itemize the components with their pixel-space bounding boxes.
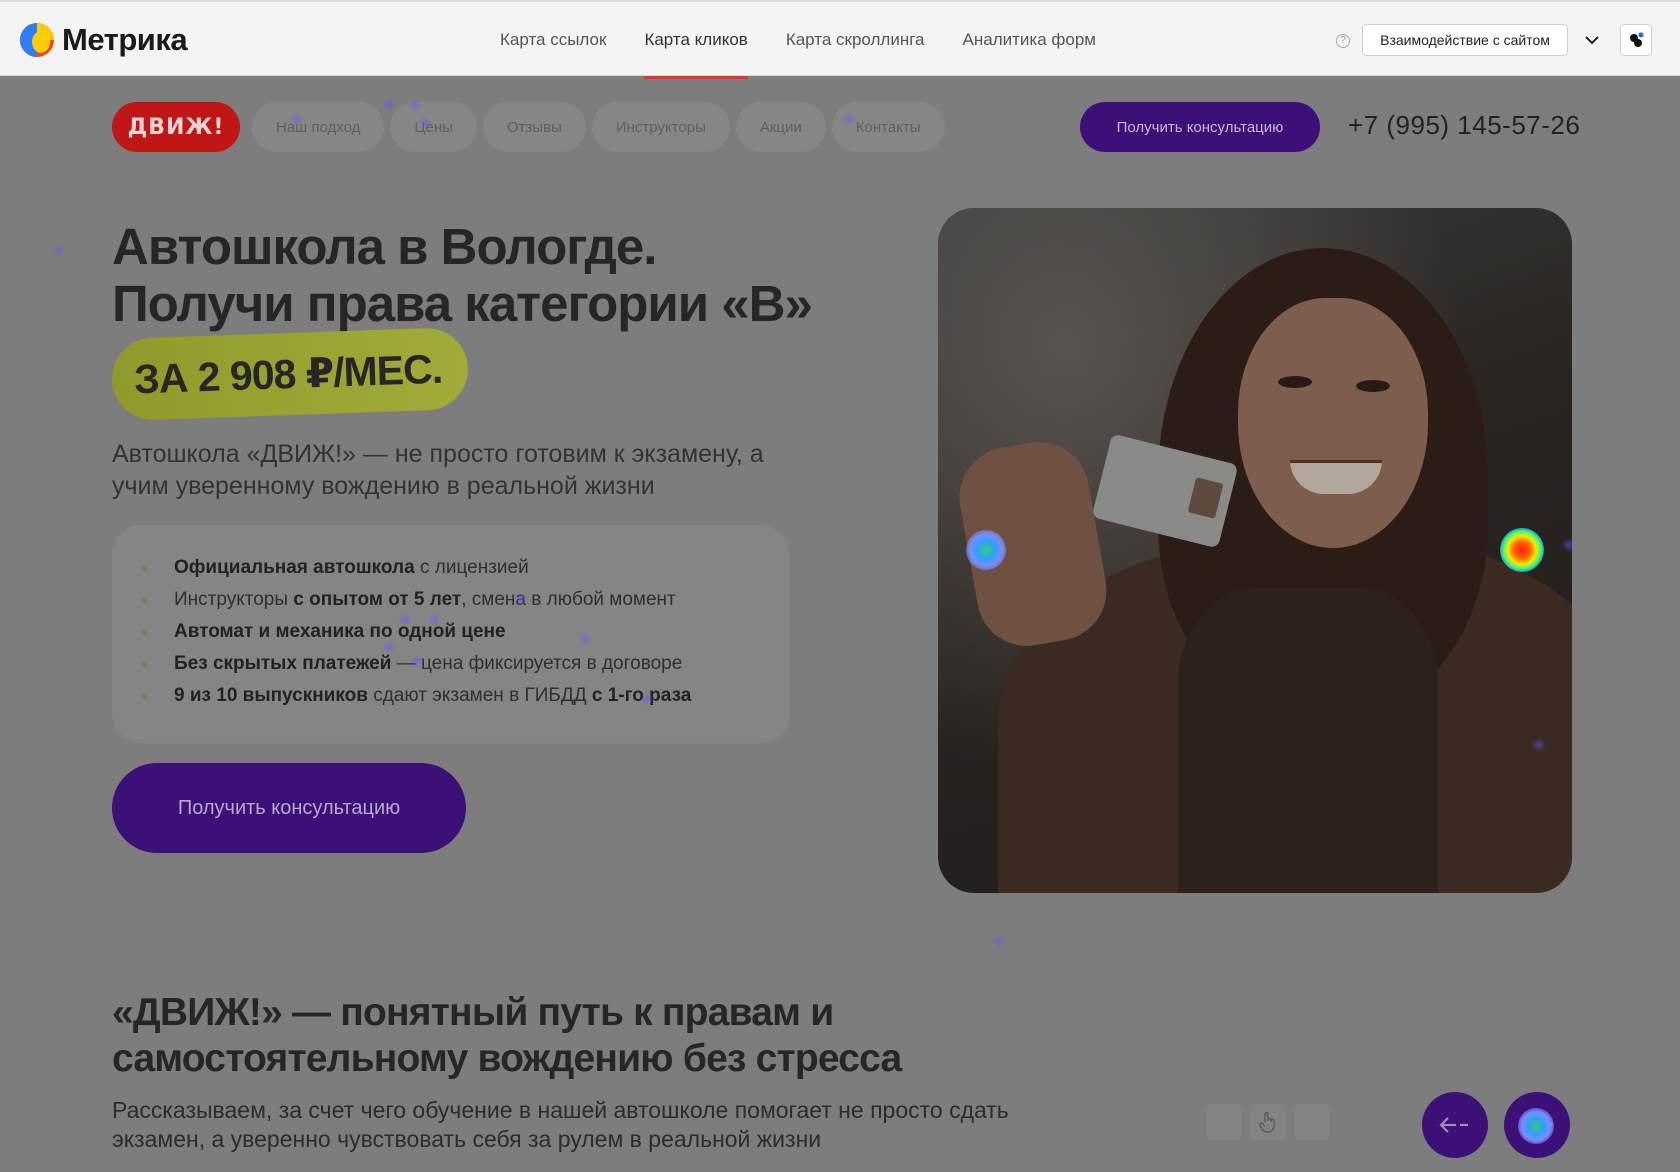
metrika-tabs: Карта ссылок Карта кликов Карта скроллин… <box>500 2 1134 79</box>
heatmap-dot <box>52 244 66 258</box>
list-item: 9 из 10 выпускников сдают экзамен в ГИБД… <box>142 680 790 712</box>
consultation-button-main[interactable]: Получить консультацию <box>112 763 466 853</box>
ghost-control <box>1206 1104 1242 1140</box>
hero-subtitle: Автошкола «ДВИЖ!» — не просто готовим к … <box>112 440 764 500</box>
nav-item-prices[interactable]: Цены <box>390 102 477 152</box>
list-item: Официальная автошкола с лицензией <box>142 552 790 584</box>
features-list: Официальная автошкола с лицензией Инстру… <box>112 525 790 743</box>
nav-item-contacts[interactable]: Контакты <box>831 102 945 152</box>
phone-link[interactable]: +7 (995) 145-57-26 <box>1348 110 1580 141</box>
consultation-button-top[interactable]: Получить консультацию <box>1080 102 1320 152</box>
tab-form-analytics[interactable]: Аналитика форм <box>963 2 1096 78</box>
site-logo[interactable]: ДВИЖ! <box>112 102 240 152</box>
hand-cursor-icon <box>1250 1104 1286 1140</box>
list-item: Без скрытых платежей — цена фиксируется … <box>142 648 790 680</box>
price-badge: ЗА 2 908 ₽/МЕС. <box>110 326 470 422</box>
heatmap-dot <box>992 934 1006 948</box>
hero-title-line2: Получи права категории «В» <box>112 275 813 332</box>
hero-title: Автошкола в Вологде. Получи права катего… <box>112 218 813 332</box>
site-nav: Наш подход Цены Отзывы Инструкторы Акции… <box>252 102 945 152</box>
slider-ghost-controls <box>1206 1104 1330 1140</box>
avatar-glyph-icon <box>1630 32 1644 47</box>
price-badge-text: ЗА 2 908 ₽/МЕС. <box>133 345 443 403</box>
hero-photo <box>938 208 1572 893</box>
section-title: «ДВИЖ!» — понятный путь к правам и самос… <box>112 991 902 1080</box>
nav-item-reviews[interactable]: Отзывы <box>482 102 586 152</box>
tab-link-map[interactable]: Карта ссылок <box>500 2 606 78</box>
hero-title-line1: Автошкола в Вологде. <box>112 218 657 275</box>
tab-scroll-map[interactable]: Карта скроллинга <box>786 2 925 78</box>
section-subtitle: Рассказываем, за счет чего обучение в на… <box>112 1097 1009 1152</box>
help-icon[interactable]: ? <box>1336 34 1350 48</box>
user-avatar-icon[interactable] <box>1620 24 1652 56</box>
metrika-logo-text: Метрика <box>62 22 188 57</box>
nav-item-approach[interactable]: Наш подход <box>252 102 385 152</box>
list-item: Инструкторы с опытом от 5 лет, смена в л… <box>142 584 790 616</box>
tab-click-map[interactable]: Карта кликов <box>644 2 749 79</box>
chevron-down-icon[interactable] <box>1582 30 1602 50</box>
list-item: Автомат и механика по одной цене <box>142 616 790 648</box>
nav-item-promos[interactable]: Акции <box>735 102 826 152</box>
metrika-logo[interactable]: Метрика <box>20 22 188 58</box>
ghost-control <box>1294 1104 1330 1140</box>
slider-next-button[interactable] <box>1504 1092 1570 1158</box>
arrow-left-icon <box>1439 1117 1468 1133</box>
nav-item-instructors[interactable]: Инструкторы <box>591 102 730 152</box>
arrow-right-icon <box>1523 1117 1553 1133</box>
metrika-logo-icon <box>20 23 54 57</box>
slider-prev-button[interactable] <box>1422 1092 1488 1158</box>
mode-select[interactable]: Взаимодействие с сайтом <box>1362 24 1568 56</box>
metrika-toolbar: Метрика Карта ссылок Карта кликов Карта … <box>0 0 1680 79</box>
